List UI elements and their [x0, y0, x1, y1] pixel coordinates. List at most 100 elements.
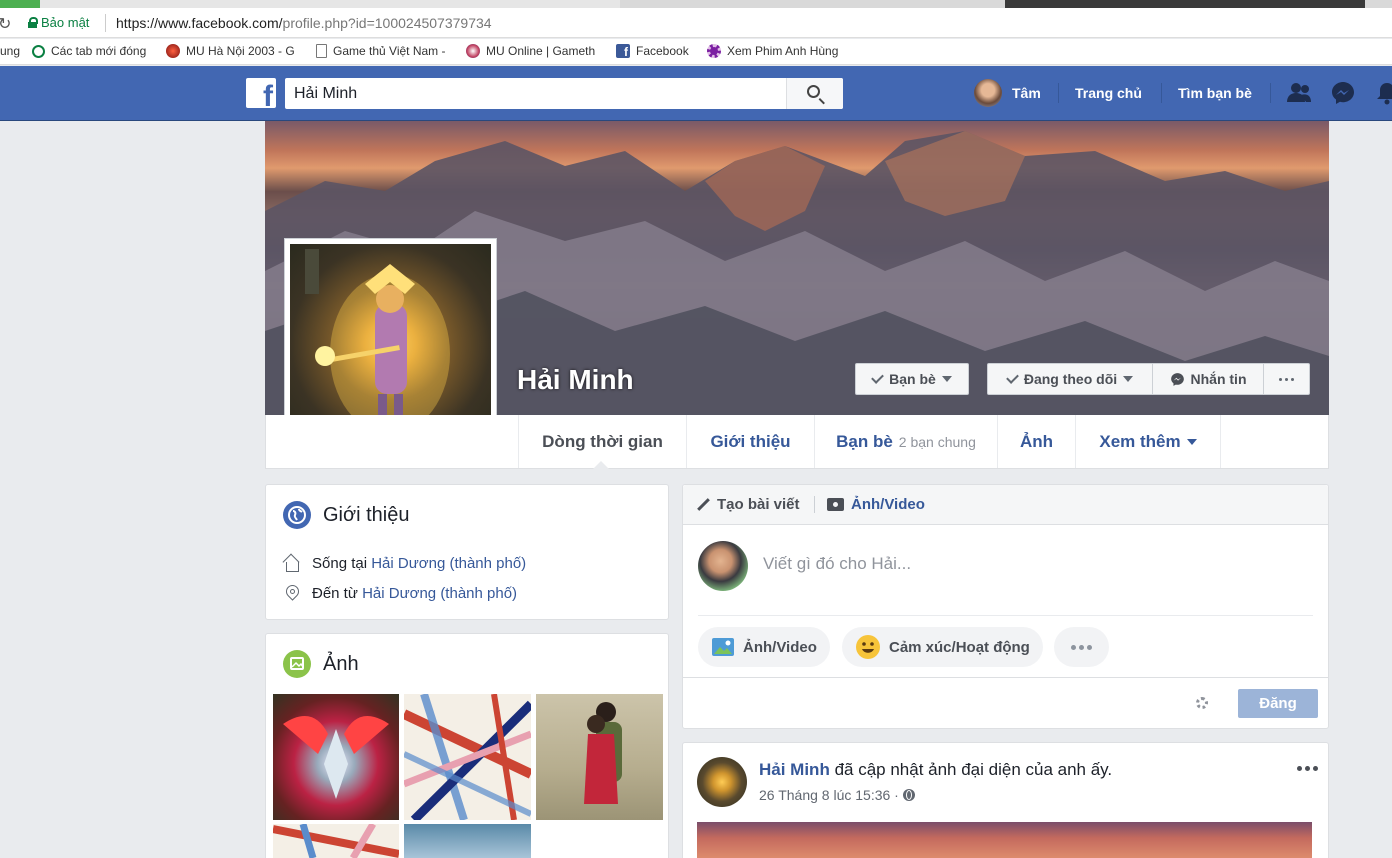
- notifications-icon[interactable]: [1374, 80, 1392, 106]
- mutual-friends-count: 2 bạn chung: [898, 433, 976, 450]
- photo-thumbnail[interactable]: [536, 694, 663, 820]
- intro-from: Đến từ Hải Dương (thành phố): [283, 585, 517, 602]
- avatar: [974, 79, 1002, 107]
- tab-photo-video[interactable]: Ảnh/Video: [827, 496, 925, 513]
- tab-photos[interactable]: Ảnh: [997, 415, 1075, 468]
- photo-thumbnail[interactable]: [273, 694, 399, 820]
- more-options-button[interactable]: [1263, 363, 1310, 395]
- photo-art: [283, 716, 389, 799]
- film-icon: [707, 44, 721, 58]
- more-dots-icon: [1279, 377, 1294, 381]
- more-dots-icon: [1071, 644, 1092, 650]
- browser-tabstrip: [0, 0, 1392, 8]
- address-bar[interactable]: ↻ Bảo mật https://www.facebook.com/profi…: [0, 8, 1392, 38]
- post-action: đã cập nhật ảnh đại diện của anh ấy.: [829, 760, 1113, 779]
- facebook-logo-icon[interactable]: f: [246, 78, 276, 108]
- bookmark-closed-tabs[interactable]: Các tab mới đóng: [32, 44, 146, 58]
- friends-button[interactable]: Bạn bè: [855, 363, 969, 395]
- post-image[interactable]: [697, 822, 1312, 858]
- intro-lives-in: Sống tại Hải Dương (thành phố): [283, 555, 526, 572]
- lock-icon: [28, 17, 38, 28]
- mu-online-icon: [466, 44, 480, 58]
- composer-divider: [814, 496, 815, 513]
- intro-from-link[interactable]: Hải Dương (thành phố): [362, 585, 517, 602]
- following-button[interactable]: Đang theo dõi: [987, 363, 1153, 395]
- nav-home-link[interactable]: Trang chủ: [1075, 85, 1142, 101]
- intro-lives-link[interactable]: Hải Dương (thành phố): [371, 555, 526, 572]
- photo-thumbnail[interactable]: [273, 824, 399, 858]
- messenger-icon: [1170, 372, 1184, 386]
- message-button[interactable]: Nhắn tin: [1152, 363, 1264, 395]
- create-post-label: Tạo bài viết: [717, 496, 800, 513]
- bookmark-label: Các tab mới đóng: [51, 44, 147, 58]
- history-icon: [32, 44, 45, 58]
- secure-indicator[interactable]: Bảo mật: [28, 15, 89, 30]
- check-icon: [1005, 370, 1019, 384]
- message-button-label: Nhắn tin: [1190, 371, 1247, 387]
- photo-art: [404, 694, 531, 820]
- bookmark-game-thu[interactable]: Game thủ Việt Nam -: [316, 44, 446, 58]
- search-box: [285, 78, 843, 109]
- friend-requests-icon[interactable]: [1286, 80, 1312, 106]
- bookmark-label: ung: [0, 44, 21, 58]
- post-author[interactable]: Hải Minh: [759, 760, 830, 779]
- bookmark-mu-hanoi[interactable]: MU Hà Nội 2003 - G: [166, 44, 295, 58]
- nav-find-friends-link[interactable]: Tìm bạn bè: [1178, 85, 1252, 101]
- bookmark-label: Game thủ Việt Nam -: [333, 44, 446, 58]
- tab-label: Ảnh: [1019, 431, 1054, 451]
- home-icon: [283, 555, 300, 572]
- composer-divider: [698, 615, 1313, 616]
- bookmark-xem-phim[interactable]: Xem Phim Anh Hùng: [707, 44, 838, 58]
- chevron-down-icon: [941, 376, 952, 382]
- post-meta: 26 Tháng 8 lúc 15:36 ·: [759, 787, 915, 803]
- smiley-icon: [856, 635, 880, 659]
- feeling-activity-button[interactable]: Cảm xúc/Hoạt động: [842, 627, 1043, 667]
- post-button[interactable]: Đăng: [1238, 689, 1318, 718]
- composer-header: Tạo bài viết Ảnh/Video: [683, 485, 1328, 525]
- bookmarks-bar: ung Các tab mới đóng MU Hà Nội 2003 - G …: [0, 39, 1392, 65]
- browser-tab[interactable]: [40, 0, 620, 8]
- tab-about[interactable]: Giới thiệu: [686, 415, 814, 468]
- avatar[interactable]: [697, 757, 747, 807]
- search-button[interactable]: [786, 78, 843, 109]
- bookmark-facebook[interactable]: f Facebook: [616, 44, 689, 59]
- tab-progress: [0, 0, 40, 8]
- photo-video-label: Ảnh/Video: [743, 638, 817, 656]
- search-input[interactable]: [285, 78, 785, 109]
- globe-icon[interactable]: [902, 789, 915, 801]
- tab-more[interactable]: Xem thêm: [1075, 415, 1221, 468]
- camera-icon: [827, 498, 844, 511]
- photo-art: [584, 702, 622, 804]
- url-rest: profile.php?id=100024507379734: [282, 15, 492, 31]
- bookmark-mu-online[interactable]: MU Online | Gameth: [466, 44, 595, 58]
- avatar[interactable]: [698, 541, 748, 591]
- post-options-icon[interactable]: [1297, 766, 1318, 771]
- messenger-icon[interactable]: [1330, 80, 1356, 106]
- location-pin-icon: [283, 585, 300, 602]
- globe-icon: [283, 501, 311, 529]
- composer-more-button[interactable]: [1054, 627, 1109, 667]
- photo-thumbnail[interactable]: [404, 824, 531, 858]
- photo-thumbnail[interactable]: [404, 694, 531, 820]
- tab-label: Giới thiệu: [710, 431, 791, 451]
- friends-button-label: Bạn bè: [889, 371, 936, 387]
- composer-input[interactable]: Viết gì đó cho Hải...: [763, 554, 911, 574]
- gear-icon[interactable]: [1196, 697, 1208, 709]
- chevron-down-icon: [1186, 438, 1197, 445]
- post-timestamp[interactable]: 26 Tháng 8 lúc 15:36 ·: [759, 787, 899, 803]
- nav-profile-link[interactable]: Tâm: [974, 79, 1041, 107]
- bookmark-item[interactable]: ung: [0, 44, 20, 58]
- url-text[interactable]: https://www.facebook.com/profile.php?id=…: [116, 15, 492, 31]
- browser-tab-dark[interactable]: [1005, 0, 1365, 8]
- tab-friends[interactable]: Bạn bè 2 bạn chung: [814, 415, 997, 468]
- photo-icon: [712, 638, 734, 656]
- secure-label: Bảo mật: [41, 15, 90, 30]
- facebook-icon: f: [616, 44, 630, 59]
- tab-create-post[interactable]: Tạo bài viết: [696, 496, 800, 513]
- composer-footer: Đăng: [683, 677, 1328, 729]
- page-icon: [316, 44, 327, 58]
- bookmark-label: Facebook: [636, 44, 689, 58]
- reload-icon[interactable]: ↻: [0, 14, 11, 34]
- profile-name[interactable]: Hải Minh: [517, 364, 634, 396]
- photo-video-button[interactable]: Ảnh/Video: [698, 627, 830, 667]
